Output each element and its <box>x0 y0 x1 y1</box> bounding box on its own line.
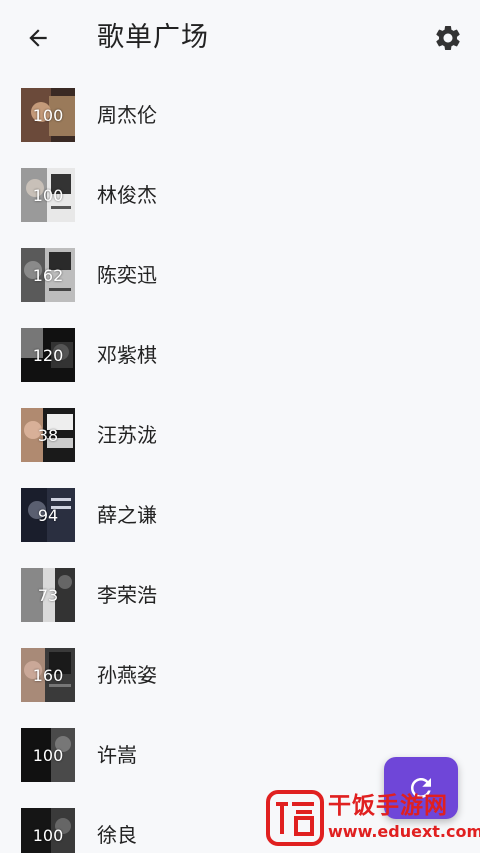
cover-thumbnail: 120 <box>21 328 75 382</box>
watermark-url: www.eduext.com <box>328 822 480 841</box>
artist-name: 李荣浩 <box>97 583 157 607</box>
playlist-list: 100 周杰伦 100 林俊杰 162 陈奕迅 120 邓紫棋 38 汪苏泷 9… <box>0 74 480 853</box>
list-item[interactable]: 162 陈奕迅 <box>0 234 480 314</box>
list-item[interactable]: 160 孙燕姿 <box>0 634 480 714</box>
watermark-logo <box>266 790 324 846</box>
artist-name: 周杰伦 <box>97 103 157 127</box>
artist-name: 徐良 <box>97 823 137 847</box>
song-count: 100 <box>32 105 64 125</box>
page-title: 歌单广场 <box>97 22 209 53</box>
song-count: 100 <box>32 825 64 845</box>
cover-thumbnail: 73 <box>21 568 75 622</box>
list-item[interactable]: 100 周杰伦 <box>0 74 480 154</box>
artist-name: 薛之谦 <box>97 503 157 527</box>
cover-thumbnail: 160 <box>21 648 75 702</box>
back-button[interactable] <box>18 18 58 58</box>
song-count: 94 <box>37 505 59 525</box>
cover-thumbnail: 100 <box>21 808 75 853</box>
artist-name: 孙燕姿 <box>97 663 157 687</box>
cover-thumbnail: 38 <box>21 408 75 462</box>
settings-button[interactable] <box>428 18 468 58</box>
app-screen: 歌单广场 100 周杰伦 100 林俊杰 162 陈奕迅 120 邓紫棋 38 … <box>0 0 480 853</box>
artist-name: 邓紫棋 <box>97 343 157 367</box>
song-count: 73 <box>37 585 59 605</box>
watermark-title: 干饭手游网 <box>328 793 448 819</box>
cover-thumbnail: 162 <box>21 248 75 302</box>
list-item[interactable]: 38 汪苏泷 <box>0 394 480 474</box>
artist-name: 林俊杰 <box>97 183 157 207</box>
song-count: 160 <box>32 665 64 685</box>
song-count: 100 <box>32 185 64 205</box>
list-item[interactable]: 100 林俊杰 <box>0 154 480 234</box>
song-count: 100 <box>32 745 64 765</box>
artist-name: 汪苏泷 <box>97 423 157 447</box>
list-item[interactable]: 94 薛之谦 <box>0 474 480 554</box>
artist-name: 许嵩 <box>97 743 137 767</box>
cover-thumbnail: 100 <box>21 168 75 222</box>
list-item[interactable]: 73 李荣浩 <box>0 554 480 634</box>
cover-thumbnail: 100 <box>21 728 75 782</box>
arrow-left-icon <box>29 29 47 47</box>
list-item[interactable]: 120 邓紫棋 <box>0 314 480 394</box>
song-count: 38 <box>37 425 59 445</box>
gear-icon <box>436 25 460 50</box>
artist-name: 陈奕迅 <box>97 263 157 287</box>
song-count: 120 <box>32 345 64 365</box>
watermark: 干饭手游网 www.eduext.com <box>266 788 480 848</box>
cover-thumbnail: 94 <box>21 488 75 542</box>
song-count: 162 <box>32 265 64 285</box>
cover-thumbnail: 100 <box>21 88 75 142</box>
app-bar: 歌单广场 <box>0 0 480 74</box>
